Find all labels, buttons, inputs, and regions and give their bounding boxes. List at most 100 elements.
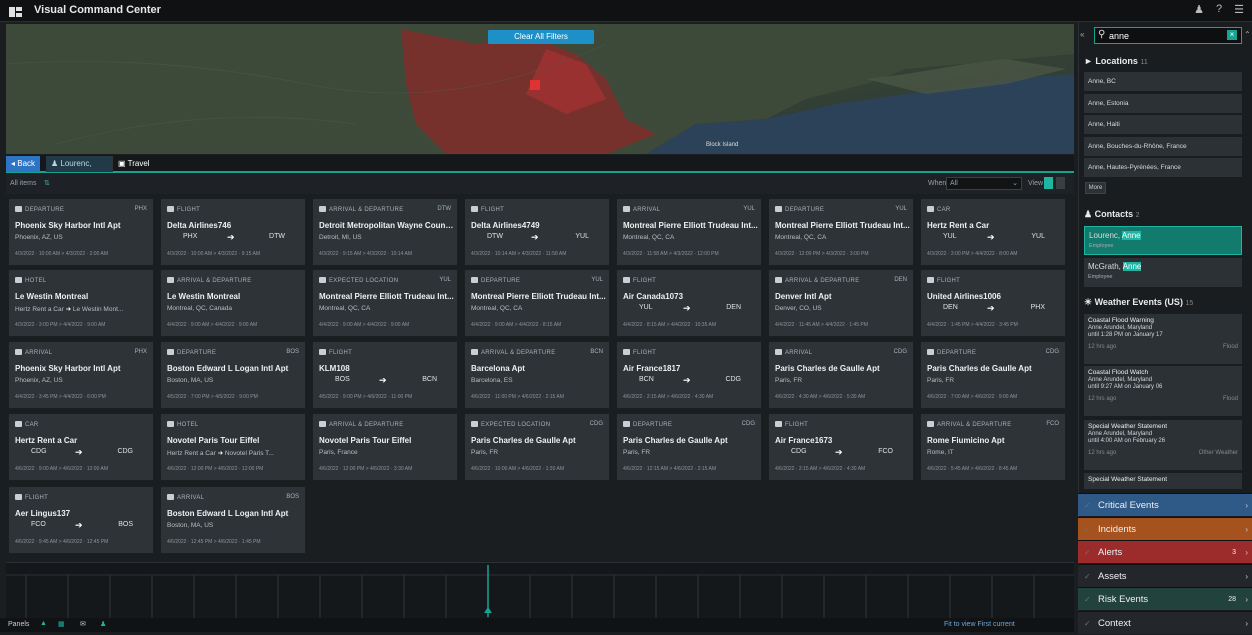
panel-map-icon[interactable]: ▲	[40, 620, 47, 627]
checkbox-icon[interactable]: ✓	[1084, 612, 1091, 635]
sort-icon[interactable]: ⇅	[44, 179, 50, 187]
panel-chat-icon[interactable]: ✉	[80, 620, 86, 628]
panel-critical-events[interactable]: ✓ Critical Events ›	[1078, 493, 1252, 516]
panel-incidents[interactable]: ✓ Incidents ›	[1078, 516, 1252, 541]
checkbox-icon[interactable]: ✓	[1084, 588, 1091, 611]
travel-card[interactable]: HOTEL Novotel Paris Tour Eiffel Hertz Rent…	[160, 413, 306, 481]
flight-icon	[623, 349, 630, 355]
travel-card[interactable]: FLIGHT KLM108 BOS ➔ BCN 4/5/2022 · 9:00 PM > …	[312, 341, 458, 409]
checkbox-icon[interactable]: ✓	[1084, 518, 1091, 541]
clear-filters-button[interactable]: Clear All Filters	[488, 30, 594, 44]
panel-risk-events[interactable]: ✓ Risk Events 28 ›	[1078, 587, 1252, 610]
chevron-right-icon: ›	[1245, 524, 1248, 534]
travel-card[interactable]: DEPARTURE YUL Montreal Pierre Elliott Trud…	[464, 269, 610, 337]
more-locations-button[interactable]: More	[1085, 182, 1106, 194]
checkbox-icon[interactable]: ✓	[1084, 541, 1091, 564]
travel-card[interactable]: DEPARTURE YUL Montreal Pierre Elliott Trud…	[768, 198, 914, 266]
panel-assets[interactable]: ✓ Assets ›	[1078, 563, 1252, 588]
travel-card[interactable]: FLIGHT United Airlines1006 DEN ➔ PHX 4/4/2022…	[920, 269, 1066, 337]
travel-card[interactable]: ARRIVAL & DEPARTURE DEN Denver Intl Apt Den…	[768, 269, 914, 337]
travel-card[interactable]: FLIGHT Delta Airlines4749 DTW ➔ YUL 4/3/2022 …	[464, 198, 610, 266]
weather-item[interactable]: Special Weather Statement	[1084, 473, 1242, 489]
travel-card[interactable]: ARRIVAL & DEPARTURE DTW Detroit Metropolit…	[312, 198, 458, 266]
travel-card[interactable]: FLIGHT Air France1817 BCN ➔ CDG 4/6/2022 · 2:…	[616, 341, 762, 409]
travel-card[interactable]: EXPECTED LOCATION CDG Paris Charles de Gau…	[464, 413, 610, 481]
travel-card[interactable]: FLIGHT Air Canada1073 YUL ➔ DEN 4/4/2022 · 8:…	[616, 269, 762, 337]
clear-search-icon[interactable]: ×	[1227, 30, 1237, 40]
travel-card[interactable]: ARRIVAL YUL Montreal Pierre Elliott Trudea…	[616, 198, 762, 266]
travel-card[interactable]: FLIGHT Aer Lingus137 FCO ➔ BOS 4/6/2022 · 9:4…	[8, 486, 154, 554]
card-type-label: DEPARTURE	[25, 207, 65, 213]
arrow-right-icon: ➔	[227, 232, 235, 242]
panel-context[interactable]: ✓ Context ›	[1078, 610, 1252, 635]
travel-card[interactable]: ARRIVAL & DEPARTURE Le Westin Montreal Mon…	[160, 269, 306, 337]
arrival-departure-icon	[927, 421, 934, 427]
hotel-to: Novotel Paris T...	[224, 450, 274, 457]
route-to: CDG	[117, 448, 133, 455]
weather-item[interactable]: Special Weather Statement Anne Arundel, M…	[1084, 420, 1242, 470]
travel-card[interactable]: CAR Hertz Rent a Car YUL ➔ YUL 4/3/2022 · 3:0…	[920, 198, 1066, 266]
travel-card[interactable]: DEPARTURE CDG Paris Charles de Gaulle Apt P…	[920, 341, 1066, 409]
location-item[interactable]: Anne, Bouches-du-Rhône, France	[1084, 136, 1242, 156]
checkbox-icon[interactable]: ✓	[1084, 565, 1091, 588]
search-input[interactable]	[1107, 29, 1225, 42]
checkbox-icon[interactable]: ✓	[1084, 494, 1091, 517]
user-icon[interactable]: ♟	[1194, 3, 1204, 16]
travel-card[interactable]: DEPARTURE CDG Paris Charles de Gaulle Apt P…	[616, 413, 762, 481]
tab-person[interactable]: ♟ Lourenc, Anne	[46, 156, 112, 184]
locations-header[interactable]: ► Locations 11	[1084, 56, 1148, 66]
travel-card[interactable]: FLIGHT Delta Airlines746 PHX ➔ DTW 4/3/2022 ·…	[160, 198, 306, 266]
route-to: BOS	[118, 521, 133, 528]
travel-card[interactable]: ARRIVAL BOS Boston Edward L Logan Intl Apt…	[160, 486, 306, 554]
travel-card[interactable]: EXPECTED LOCATION YUL Montreal Pierre Elli…	[312, 269, 458, 337]
weather-item[interactable]: Coastal Flood Warning Anne Arundel, Maryl…	[1084, 314, 1242, 364]
travel-card[interactable]: ARRIVAL & DEPARTURE BCN Barcelona Apt Barce…	[464, 341, 610, 409]
location-item[interactable]: Anne, Haiti	[1084, 115, 1242, 134]
card-type-label: FLIGHT	[633, 278, 657, 284]
route-to: BCN	[422, 376, 437, 383]
travel-card[interactable]: FLIGHT Air France1673 CDG ➔ FCO 4/6/2022 · 2:…	[768, 413, 914, 481]
travel-card[interactable]: ARRIVAL & DEPARTURE FCO Rome Fiumicino Apt…	[920, 413, 1066, 481]
location-item[interactable]: Anne, Hautes-Pyrénées, France	[1084, 158, 1242, 177]
travel-card[interactable]: HOTEL Le Westin Montreal Hertz Rent a Car …	[8, 269, 154, 337]
travel-card[interactable]: ARRIVAL PHX Phoenix Sky Harbor Intl Apt Pho…	[8, 341, 154, 409]
card-type: FLIGHT	[471, 206, 504, 213]
timeline[interactable]	[6, 562, 1074, 619]
card-type: FLIGHT	[623, 277, 656, 284]
contact-item[interactable]: Lourenc, Anne Employee	[1084, 226, 1242, 255]
chevron-right-icon: ›	[1245, 595, 1248, 604]
contacts-header[interactable]: ♟ Contacts 2	[1084, 209, 1140, 220]
card-sub: Montreal, QC, CA	[471, 305, 523, 312]
travel-card[interactable]: DEPARTURE BOS Boston Edward L Logan Intl A…	[160, 341, 306, 409]
flight-icon	[167, 206, 174, 212]
grid-view-icon[interactable]	[1044, 177, 1053, 189]
panel-alerts[interactable]: ✓ Alerts 3 ›	[1078, 540, 1252, 563]
card-title: Air France1673	[775, 436, 833, 445]
help-icon[interactable]: ?	[1216, 3, 1222, 16]
travel-card[interactable]: ARRIVAL & DEPARTURE Novotel Paris Tour Ei…	[312, 413, 458, 481]
weather-item[interactable]: Coastal Flood Watch Anne Arundel, Marylan…	[1084, 366, 1242, 416]
panel-grid-icon[interactable]: ▦	[58, 620, 65, 628]
location-item[interactable]: Anne, Estonia	[1084, 93, 1242, 113]
location-item[interactable]: Anne, BC	[1084, 72, 1242, 91]
back-button[interactable]: ◂ Back	[6, 156, 41, 172]
list-view-icon[interactable]	[1056, 177, 1065, 189]
travel-card[interactable]: ARRIVAL CDG Paris Charles de Gaulle Apt Par…	[768, 341, 914, 409]
timeline-controls[interactable]: Fit to view First current	[944, 621, 1015, 628]
menu-icon[interactable]: ☰	[1234, 3, 1244, 16]
when-select[interactable]: All ⌄	[946, 177, 1022, 190]
panel-person-icon[interactable]: ♟	[100, 620, 106, 628]
travel-card[interactable]: DEPARTURE PHX Phoenix Sky Harbor Intl Apt P…	[8, 198, 154, 266]
search-box[interactable]: ⚲ ×	[1094, 27, 1242, 44]
scroll-up-icon[interactable]: ⌃	[1244, 30, 1251, 39]
card-title: Detroit Metropolitan Wayne County...	[319, 221, 455, 230]
card-type: HOTEL	[167, 421, 199, 428]
travel-card[interactable]: CAR Hertz Rent a Car CDG ➔ CDG 4/6/2022 · 9:0…	[8, 413, 154, 481]
card-sub: Hertz Rent a Car ➔ Le Westin Mont...	[15, 305, 151, 313]
collapse-panel-icon[interactable]: «	[1080, 30, 1084, 39]
contact-item[interactable]: McGrath, Anne Employee	[1084, 258, 1242, 287]
card-route: YUL ➔ YUL	[921, 232, 1067, 245]
tab-travel[interactable]: ▣ Travel	[112, 156, 160, 172]
weather-header[interactable]: ☀ Weather Events (US) 15	[1084, 297, 1193, 308]
card-type-label: DEPARTURE	[177, 350, 217, 356]
